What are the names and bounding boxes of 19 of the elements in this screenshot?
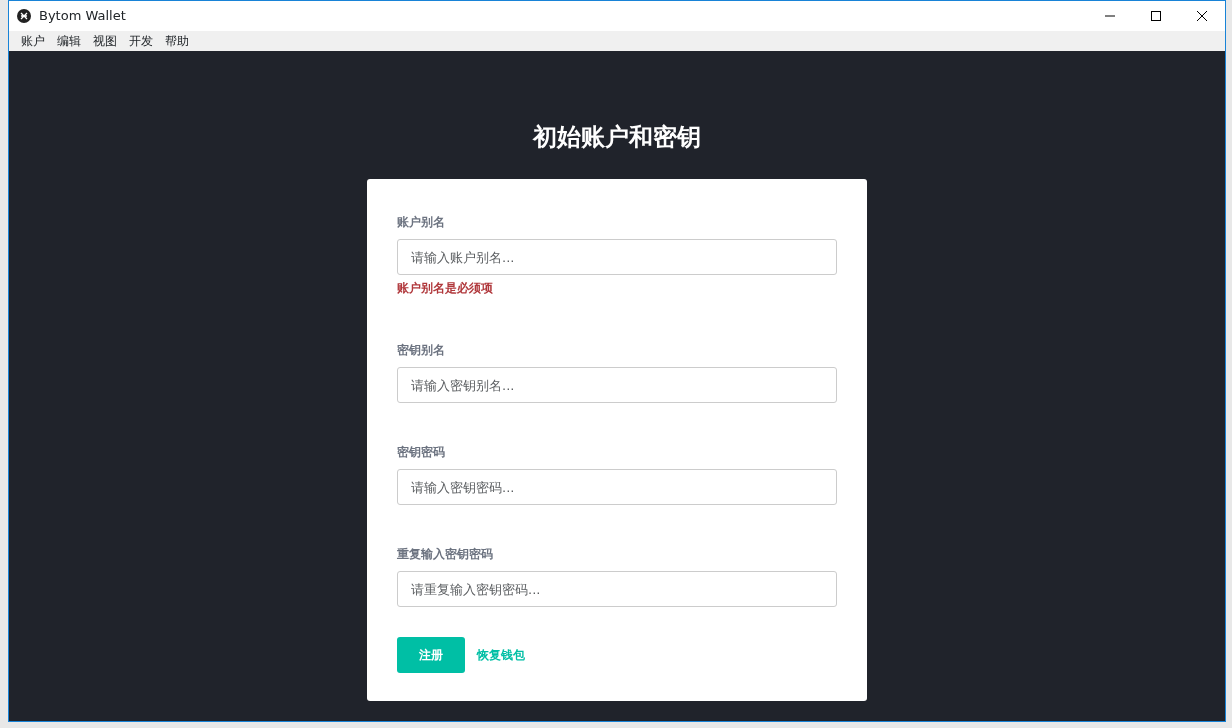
input-field[interactable]: 请输入账户别名... [397,239,837,275]
field-label: 密钥密码 [397,444,445,461]
menu-item[interactable]: 账户 [21,32,45,50]
field-label: 密钥别名 [397,342,445,359]
error-message: 账户别名是必须项 [397,280,493,297]
window-title: Bytom Wallet [39,7,126,26]
menu-item[interactable]: 帮助 [165,32,189,50]
menu-item[interactable]: 开发 [129,32,153,50]
app-logo-icon [17,9,31,23]
menu-item[interactable]: 视图 [93,32,117,50]
menu-item[interactable]: 编辑 [57,32,81,50]
maximize-icon[interactable] [1150,10,1162,22]
field-label: 账户别名 [397,214,445,231]
input-field[interactable]: 请输入密钥密码... [397,469,837,505]
input-field[interactable]: 请输入密钥别名... [397,367,837,403]
input-field[interactable]: 请重复输入密钥密码... [397,571,837,607]
close-icon[interactable] [1196,10,1208,22]
page-heading: 初始账户和密钥 [533,122,701,153]
field-label: 重复输入密钥密码 [397,546,493,563]
